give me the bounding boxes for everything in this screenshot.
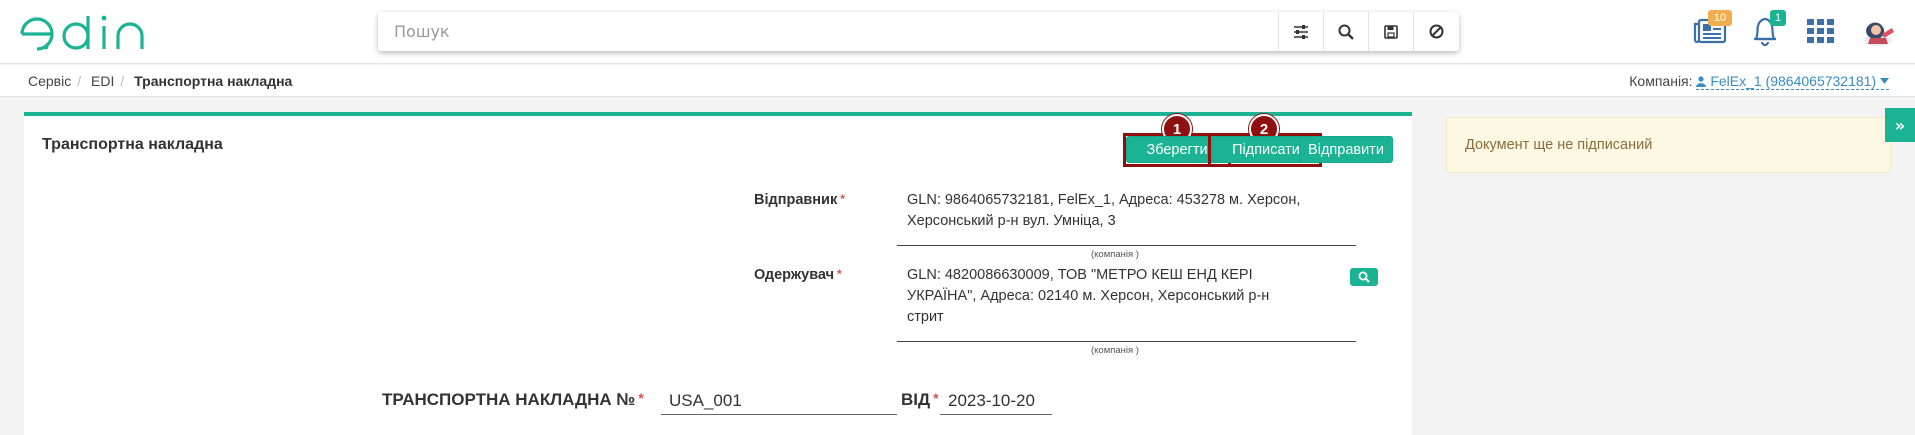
breadcrumb-item-current: Транспортна накладна [134, 73, 293, 89]
waybill-number-underline [661, 414, 897, 415]
date-underline [940, 414, 1052, 415]
sender-value[interactable]: GLN: 9864065732181, FelEx_1, Адреса: 453… [907, 190, 1300, 232]
notifications-count-badge: 1 [1770, 10, 1786, 26]
news-count-badge: 10 [1708, 10, 1732, 26]
company-label: Компанія: [1629, 73, 1693, 89]
clear-search-button[interactable] [1413, 12, 1458, 51]
search-icon [1338, 24, 1354, 40]
side-panel-toggle[interactable]: » [1885, 108, 1915, 142]
sender-hint: (компанія ) [1091, 249, 1139, 260]
receiver-underline [897, 341, 1356, 342]
signature-status-text: Документ ще не підписаний [1465, 137, 1653, 153]
breadcrumb-item-edi[interactable]: EDI [91, 73, 114, 89]
breadcrumb-separator: / [120, 73, 125, 89]
signature-status-alert: Документ ще не підписаний [1446, 117, 1891, 173]
search-input[interactable] [378, 12, 1288, 51]
search-icon [1358, 271, 1370, 283]
send-button[interactable]: Відправити [1299, 136, 1393, 163]
user-icon [1696, 76, 1707, 87]
waybill-number-input[interactable]: USA_001 [669, 391, 742, 411]
breadcrumb-item-service[interactable]: Сервіс [28, 73, 71, 89]
user-avatar[interactable] [1856, 14, 1894, 50]
breadcrumb: Сервіс / EDI / Транспортна накладна [28, 73, 292, 89]
receiver-value[interactable]: GLN: 4820086630009, ТОВ "МЕТРО КЕШ ЕНД К… [907, 265, 1269, 328]
search-bar [378, 12, 1459, 51]
company-selector: Компанія: FelEx_1 (9864065732181) [1629, 73, 1889, 90]
sliders-icon [1294, 24, 1308, 39]
caret-down-icon [1880, 78, 1889, 84]
sender-underline [897, 245, 1356, 246]
company-value: FelEx_1 (9864065732181) [1710, 73, 1877, 89]
panel-title: Транспортна накладна [42, 136, 223, 153]
sender-label: Відправник * [754, 192, 845, 208]
apps-grid-button[interactable] [1806, 18, 1842, 54]
date-input[interactable]: 2023-10-20 [948, 391, 1035, 411]
avatar-icon [1864, 22, 1894, 46]
company-dropdown[interactable]: FelEx_1 (9864065732181) [1696, 73, 1889, 90]
ban-icon [1429, 24, 1443, 39]
receiver-label: Одержувач * [754, 267, 842, 283]
floppy-icon [1384, 24, 1398, 39]
edin-logo[interactable] [18, 12, 158, 54]
date-label: ВІД * [901, 390, 939, 409]
grid-icon [1807, 19, 1834, 43]
filter-settings-button[interactable] [1278, 12, 1323, 51]
breadcrumb-separator: / [77, 73, 82, 89]
breadcrumb-bar: Сервіс / EDI / Транспортна накладна Компан… [0, 65, 1915, 97]
top-header: 10 1 [0, 0, 1915, 64]
waybill-number-label: ТРАНСПОРТНА НАКЛАДНА № * [382, 390, 644, 409]
receiver-search-button[interactable] [1350, 268, 1378, 286]
search-button[interactable] [1323, 12, 1368, 51]
save-search-button[interactable] [1368, 12, 1413, 51]
document-panel: Транспортна накладна 1 Зберегти 2 Підпис… [24, 112, 1412, 435]
receiver-hint: (компанія ) [1091, 345, 1139, 356]
